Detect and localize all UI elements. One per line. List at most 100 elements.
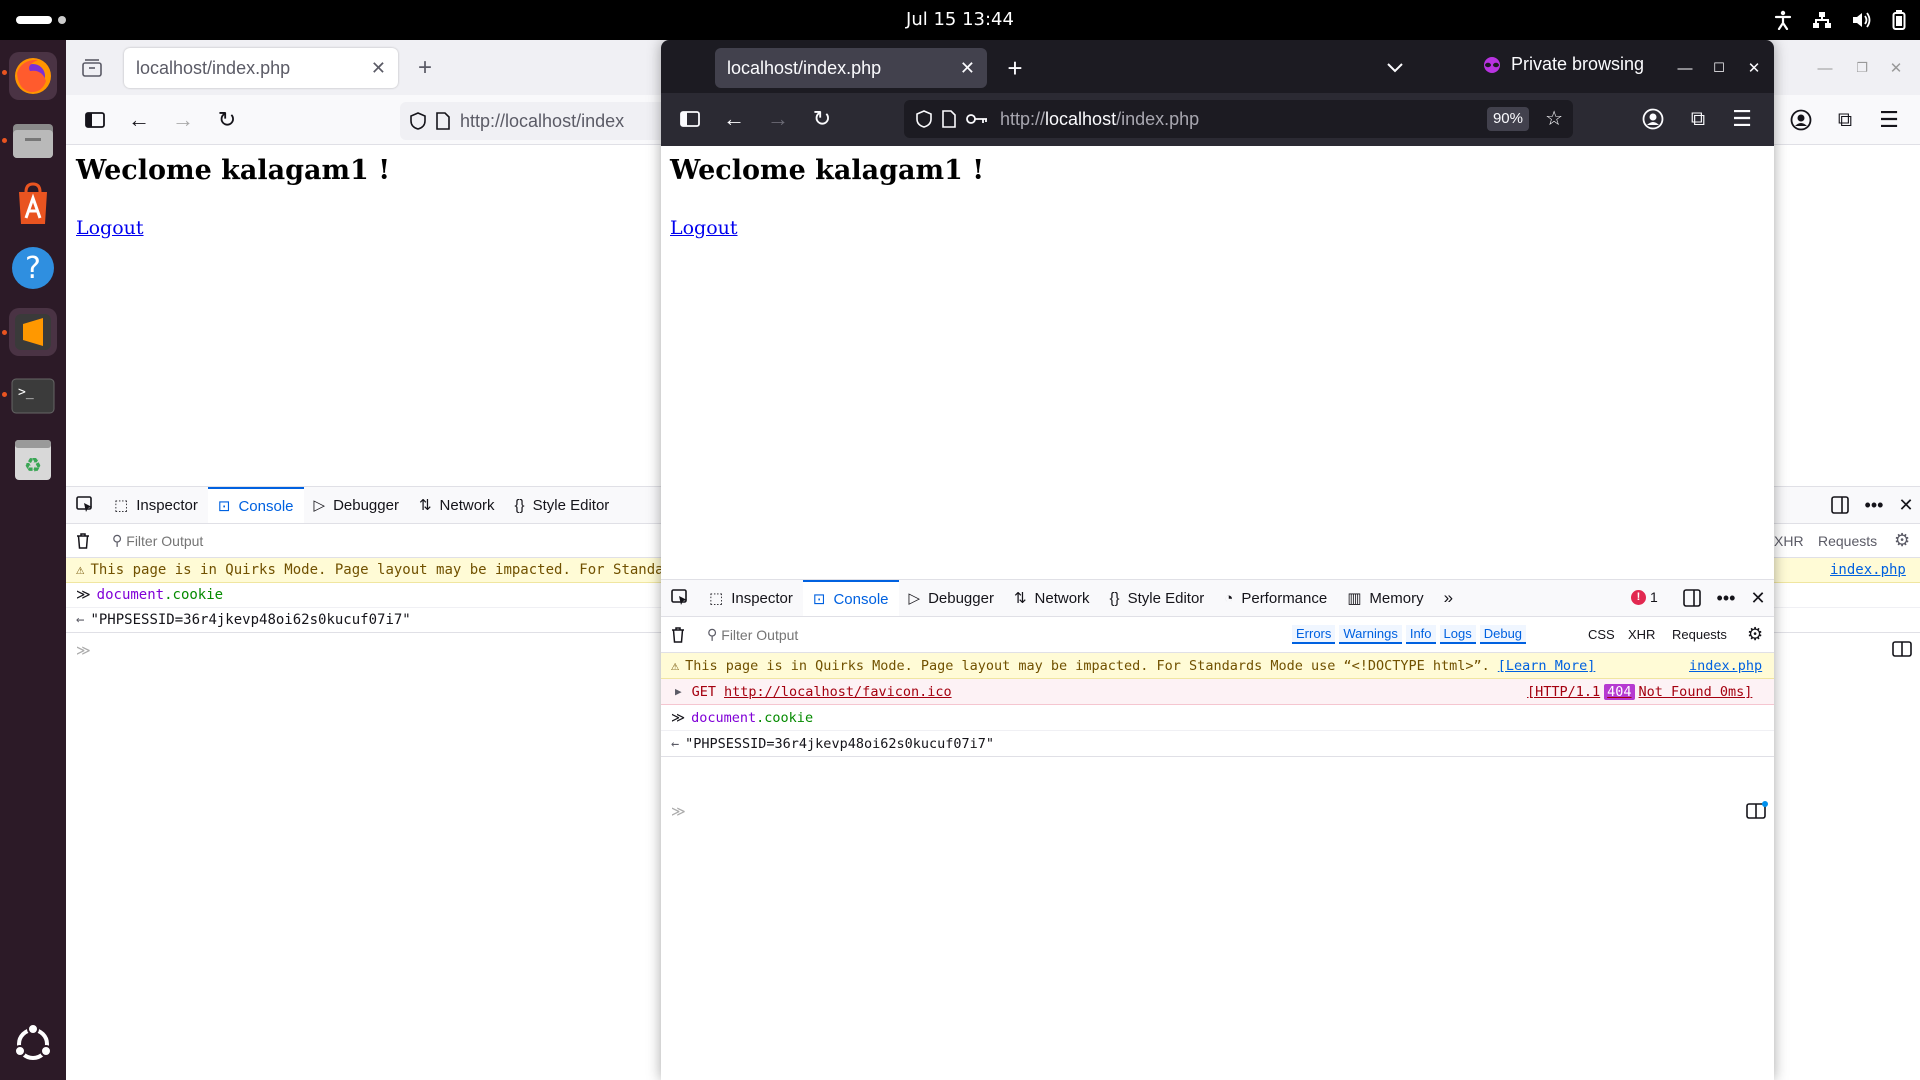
minimize-icon[interactable]: —	[1811, 54, 1839, 82]
tab-style-editor[interactable]: {} Style Editor	[1100, 580, 1215, 616]
extensions-icon[interactable]: ⧉	[1830, 105, 1860, 135]
sidebar-icon[interactable]	[80, 105, 110, 135]
tab-network[interactable]: ⇅ Network	[1004, 580, 1100, 616]
close-devtools-icon[interactable]: ✕	[1892, 491, 1920, 519]
filter-errors[interactable]: Errors	[1292, 625, 1336, 644]
battery-icon[interactable]	[1892, 10, 1906, 30]
close-tab-icon[interactable]: ✕	[960, 58, 975, 79]
firefox-icon[interactable]	[9, 52, 57, 100]
source-link[interactable]: index.php	[1689, 658, 1762, 674]
maximize-icon[interactable]: ☐	[1705, 54, 1733, 82]
key-icon[interactable]	[966, 113, 988, 125]
source-link[interactable]: index.php	[1830, 562, 1906, 578]
console-settings-icon[interactable]: ⚙	[1747, 624, 1763, 645]
close-devtools-icon[interactable]: ✕	[1744, 584, 1772, 612]
system-tray[interactable]	[1774, 0, 1906, 40]
sublime-text-icon[interactable]	[9, 308, 57, 356]
url-bar[interactable]: http://localhost/index.php 90% ☆	[904, 100, 1573, 138]
filter-logs[interactable]: Logs	[1439, 625, 1476, 644]
account-icon[interactable]	[1786, 105, 1816, 135]
tab-debugger[interactable]: ▷ Debugger	[304, 487, 409, 523]
tab-debugger[interactable]: ▷ Debugger	[899, 580, 1004, 616]
filter-requests[interactable]: Requests	[1672, 627, 1727, 642]
shield-icon[interactable]	[916, 110, 932, 128]
tab-overview-icon[interactable]	[78, 54, 106, 82]
ubuntu-apps-icon[interactable]	[9, 1020, 57, 1068]
error-count-badge[interactable]: ! 1	[1631, 589, 1658, 605]
more-options-icon[interactable]: •••	[1860, 491, 1888, 519]
new-tab-icon[interactable]: +	[411, 54, 439, 82]
tab-network[interactable]: ⇅ Network	[409, 487, 505, 523]
network-icon[interactable]	[1812, 11, 1832, 29]
logout-link[interactable]: Logout	[670, 217, 738, 239]
filter-warnings[interactable]: Warnings	[1339, 625, 1402, 644]
filter-input[interactable]	[721, 626, 1022, 643]
console-error-row[interactable]: ▶ GET http://localhost/favicon.ico [HTTP…	[661, 679, 1774, 705]
volume-icon[interactable]	[1852, 11, 1872, 29]
more-tabs-icon[interactable]: »	[1434, 580, 1463, 616]
extensions-icon[interactable]: ⧉	[1683, 104, 1713, 134]
close-tab-icon[interactable]: ✕	[371, 58, 386, 79]
reload-icon[interactable]: ↻	[212, 105, 242, 135]
restore-icon[interactable]: ❐	[1848, 54, 1876, 82]
url-bar[interactable]: http://localhost/index	[400, 102, 700, 140]
filter-debug[interactable]: Debug	[1479, 625, 1527, 644]
performance-gauge-icon: ◔	[1224, 589, 1234, 607]
clear-console-icon[interactable]	[66, 532, 100, 549]
tab-localhost[interactable]: localhost/index.php ✕	[124, 48, 398, 88]
filter-input[interactable]	[126, 532, 427, 549]
dock-side-icon[interactable]	[1826, 491, 1854, 519]
clock[interactable]: Jul 15 13:44	[0, 0, 1920, 40]
expand-arrow-icon[interactable]: ▶	[675, 685, 682, 698]
learn-more-link[interactable]: [Learn More]	[1498, 658, 1596, 674]
trash-icon[interactable]: ♻	[9, 436, 57, 484]
help-icon[interactable]: ?	[9, 244, 57, 292]
sidebar-icon[interactable]	[675, 104, 705, 134]
close-window-icon[interactable]: ✕	[1882, 54, 1910, 82]
element-picker-icon[interactable]	[661, 580, 699, 616]
error-status[interactable]: [HTTP/1.1 404 Not Found 0ms]	[1527, 683, 1752, 700]
bookmark-star-icon[interactable]: ☆	[1545, 106, 1563, 131]
minimize-icon[interactable]: —	[1671, 54, 1699, 82]
console-settings-icon[interactable]: ⚙	[1894, 530, 1910, 551]
clear-console-icon[interactable]	[661, 626, 695, 643]
filter-xhr[interactable]: XHR	[1628, 627, 1655, 642]
back-icon[interactable]: ←	[719, 104, 749, 134]
files-icon[interactable]	[9, 116, 57, 164]
reload-icon[interactable]: ↻	[807, 104, 837, 134]
console-prompt[interactable]: ≫	[661, 796, 1774, 826]
dock-side-icon[interactable]	[1678, 584, 1706, 612]
tab-inspector[interactable]: ⬚ Inspector	[104, 487, 208, 523]
filter-requests[interactable]: Requests	[1818, 533, 1877, 549]
tab-console[interactable]: ⊡ Console	[802, 580, 899, 616]
back-icon[interactable]: ←	[124, 105, 154, 135]
filter-xhr[interactable]: XHR	[1774, 533, 1804, 549]
account-icon[interactable]	[1638, 104, 1668, 134]
error-url-link[interactable]: http://localhost/favicon.ico	[724, 684, 952, 700]
editor-mode-icon[interactable]	[1746, 801, 1768, 821]
app-center-icon[interactable]	[9, 180, 57, 228]
tab-inspector[interactable]: ⬚ Inspector	[699, 580, 803, 616]
close-window-icon[interactable]: ✕	[1740, 54, 1768, 82]
forward-icon[interactable]: →	[168, 105, 198, 135]
tab-performance[interactable]: ◔ Performance	[1214, 580, 1337, 616]
more-options-icon[interactable]: •••	[1712, 584, 1740, 612]
logout-link[interactable]: Logout	[76, 217, 144, 239]
editor-mode-icon[interactable]	[1892, 640, 1912, 658]
tab-memory[interactable]: ▥ Memory	[1337, 580, 1433, 616]
forward-icon[interactable]: →	[763, 104, 793, 134]
tab-style-editor[interactable]: {} Style Editor	[505, 487, 620, 523]
accessibility-icon[interactable]	[1774, 10, 1792, 30]
zoom-level[interactable]: 90%	[1486, 107, 1529, 131]
menu-icon[interactable]: ☰	[1874, 105, 1904, 135]
element-picker-icon[interactable]	[66, 487, 104, 523]
filter-info[interactable]: Info	[1405, 625, 1436, 644]
shield-icon[interactable]	[410, 112, 426, 130]
tab-localhost-private[interactable]: localhost/index.php ✕	[715, 48, 987, 88]
menu-icon[interactable]: ☰	[1727, 104, 1757, 134]
list-tabs-icon[interactable]	[1381, 54, 1409, 82]
terminal-icon[interactable]: >_	[9, 372, 57, 420]
filter-css[interactable]: CSS	[1588, 627, 1615, 642]
tab-console[interactable]: ⊡ Console	[207, 487, 304, 523]
new-tab-icon[interactable]: +	[1001, 53, 1029, 83]
